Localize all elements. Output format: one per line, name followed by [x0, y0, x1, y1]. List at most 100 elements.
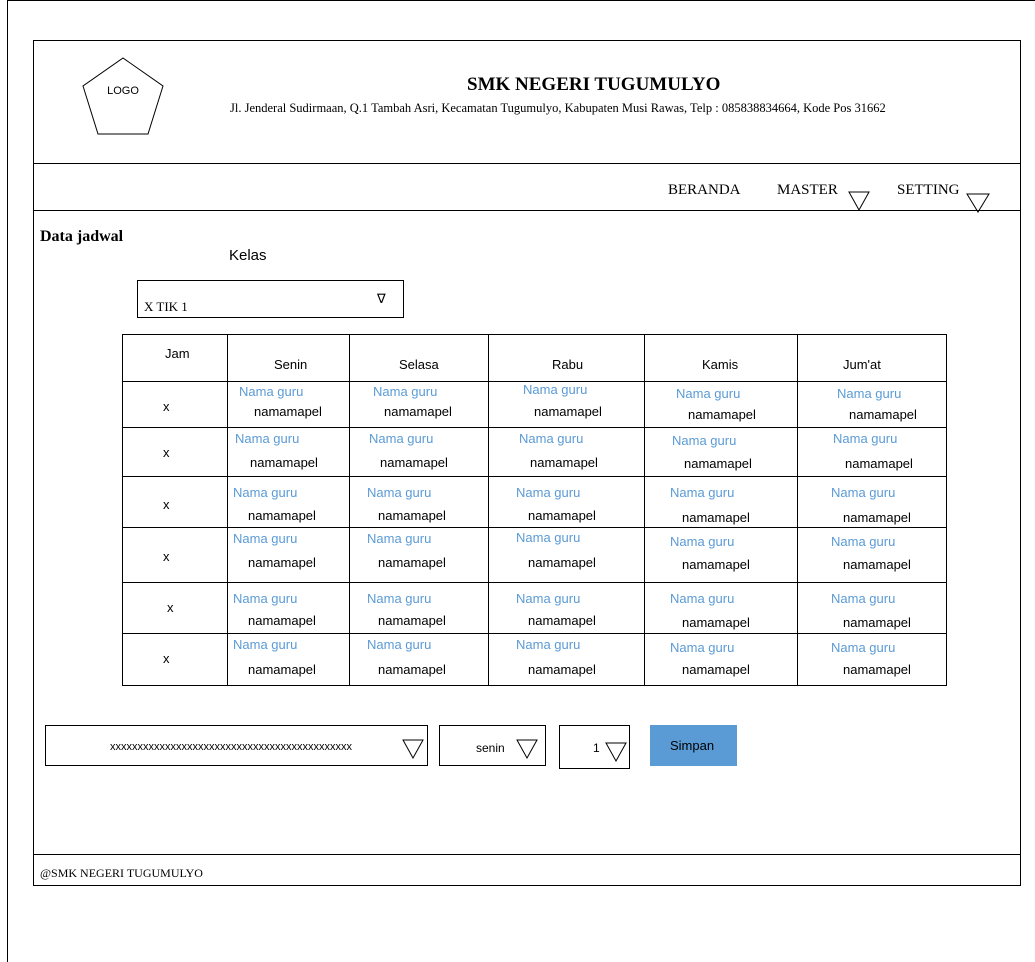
mapel-name: namamapel: [248, 613, 316, 628]
jam-select[interactable]: 1: [559, 725, 630, 769]
header-jam: Jam: [165, 346, 190, 361]
guru-name: Nama guru: [516, 591, 581, 606]
header-jumat: Jum'at: [843, 357, 881, 372]
guru-name: Nama guru: [369, 431, 434, 446]
mapel-name: namamapel: [378, 555, 446, 570]
mapel-name: namamapel: [682, 557, 750, 572]
jam-cell: x: [163, 651, 170, 666]
footer-divider: [33, 854, 1021, 855]
header-kamis: Kamis: [702, 357, 739, 372]
mapel-name: namamapel: [534, 404, 602, 419]
header-senin: Senin: [274, 357, 308, 372]
jam-cell: x: [163, 549, 170, 564]
guru-name: Nama guru: [367, 485, 432, 500]
row-divider: [123, 527, 946, 528]
page-title: Data jadwal: [40, 228, 124, 245]
guru-name: Nama guru: [367, 531, 432, 546]
save-button-label: Simpan: [670, 738, 715, 753]
mapel-name: namamapel: [845, 456, 913, 471]
school-name: SMK NEGERI TUGUMULYO: [467, 74, 721, 95]
guru-name: Nama guru: [516, 530, 581, 545]
guru-name: Nama guru: [670, 534, 735, 549]
guru-name: Nama guru: [831, 640, 896, 655]
guru-name: Nama guru: [670, 640, 735, 655]
guru-name: Nama guru: [516, 485, 581, 500]
mapel-name: namamapel: [682, 510, 750, 525]
guru-name: Nama guru: [516, 637, 581, 652]
guru-name: Nama guru: [670, 485, 735, 500]
mapel-name: namamapel: [843, 662, 911, 677]
logo-label: LOGO: [107, 85, 139, 97]
jam-cell: x: [163, 399, 170, 414]
kelas-select[interactable]: X TIK 1 ∇: [137, 280, 404, 318]
mapel-name: namamapel: [528, 555, 596, 570]
nav-master[interactable]: MASTER: [777, 182, 838, 199]
mapel-name: namamapel: [248, 508, 316, 523]
save-button[interactable]: Simpan: [650, 725, 737, 766]
guru-name: Nama guru: [233, 485, 298, 500]
guru-name: Nama guru: [672, 433, 737, 448]
row-divider: [123, 427, 946, 428]
mapel-name: namamapel: [688, 407, 756, 422]
jam-cell: x: [163, 497, 170, 512]
chevron-down-icon: [605, 742, 627, 762]
row-divider: [123, 633, 946, 634]
mapel-name: namamapel: [849, 407, 917, 422]
schedule-table: Jam Senin Selasa Rabu Kamis Jum'at x Nam…: [122, 334, 947, 686]
kelas-label: Kelas: [229, 247, 267, 264]
chevron-down-icon: [402, 739, 424, 759]
guru-name: Nama guru: [837, 386, 902, 401]
guru-name: Nama guru: [233, 591, 298, 606]
mapel-name: namamapel: [528, 662, 596, 677]
guru-name: Nama guru: [831, 534, 896, 549]
guru-name: Nama guru: [367, 637, 432, 652]
guru-mapel-select[interactable]: xxxxxxxxxxxxxxxxxxxxxxxxxxxxxxxxxxxxxxxx…: [45, 725, 428, 766]
nav-beranda[interactable]: BERANDA: [668, 182, 741, 199]
chevron-down-icon: ∇: [377, 291, 386, 306]
mapel-name: namamapel: [248, 662, 316, 677]
guru-name: Nama guru: [676, 386, 741, 401]
guru-name: Nama guru: [235, 431, 300, 446]
mapel-name: namamapel: [843, 510, 911, 525]
setting-dropdown-icon[interactable]: [966, 193, 990, 213]
header-selasa: Selasa: [399, 357, 439, 372]
kelas-select-value: X TIK 1: [144, 299, 188, 314]
header-divider: [33, 163, 1021, 164]
mapel-name: namamapel: [843, 615, 911, 630]
mapel-name: namamapel: [254, 404, 322, 419]
guru-name: Nama guru: [831, 591, 896, 606]
jam-cell: x: [167, 600, 174, 615]
mapel-name: namamapel: [248, 555, 316, 570]
mapel-name: namamapel: [380, 455, 448, 470]
day-select[interactable]: senin: [439, 725, 546, 766]
guru-name: Nama guru: [833, 431, 898, 446]
row-divider: [123, 582, 946, 583]
mapel-name: namamapel: [682, 615, 750, 630]
master-dropdown-icon[interactable]: [848, 191, 870, 211]
mapel-name: namamapel: [378, 508, 446, 523]
mapel-name: namamapel: [530, 455, 598, 470]
jam-select-value: 1: [593, 741, 600, 755]
guru-name: Nama guru: [233, 531, 298, 546]
row-divider: [123, 476, 946, 477]
mapel-name: namamapel: [528, 508, 596, 523]
day-select-value: senin: [476, 741, 505, 755]
outer-border-left: [7, 0, 8, 962]
mapel-name: namamapel: [684, 456, 752, 471]
guru-mapel-select-value: xxxxxxxxxxxxxxxxxxxxxxxxxxxxxxxxxxxxxxxx…: [110, 741, 352, 753]
guru-name: Nama guru: [233, 637, 298, 652]
mapel-name: namamapel: [384, 404, 452, 419]
outer-border-top: [7, 0, 1035, 1]
logo: LOGO: [82, 57, 164, 135]
mapel-name: namamapel: [682, 662, 750, 677]
guru-name: Nama guru: [523, 382, 588, 397]
jam-cell: x: [163, 445, 170, 460]
chevron-down-icon: [516, 739, 538, 759]
guru-name: Nama guru: [519, 431, 584, 446]
guru-name: Nama guru: [239, 384, 304, 399]
nav-setting[interactable]: SETTING: [897, 182, 960, 199]
footer-copyright: @SMK NEGERI TUGUMULYO: [40, 866, 203, 880]
guru-name: Nama guru: [373, 384, 438, 399]
mapel-name: namamapel: [528, 613, 596, 628]
mapel-name: namamapel: [843, 557, 911, 572]
